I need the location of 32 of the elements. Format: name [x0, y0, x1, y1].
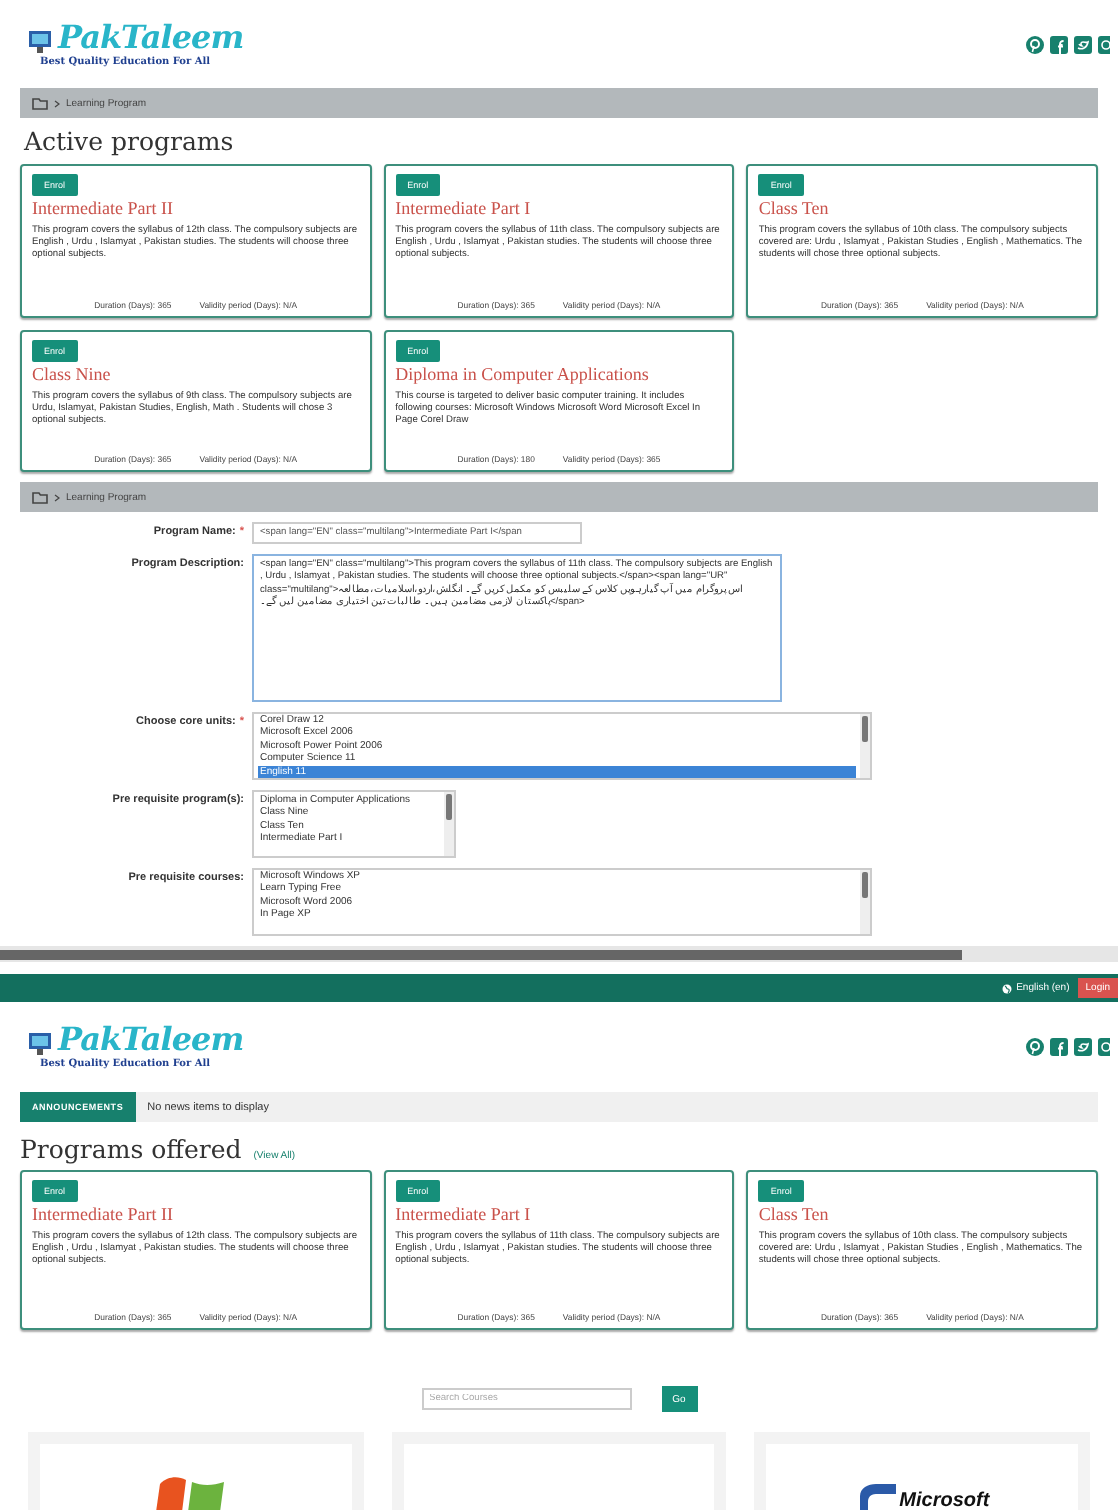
- office-logo-icon: [855, 1484, 896, 1510]
- facebook-icon[interactable]: [1050, 35, 1068, 53]
- logo-text: PakTaleem: [58, 21, 244, 53]
- course-tile[interactable]: [28, 1432, 364, 1510]
- program-title[interactable]: Intermediate Part I: [395, 200, 531, 220]
- facebook-icon[interactable]: [1050, 1037, 1068, 1055]
- chevron-icon: [54, 493, 60, 501]
- scrollbar[interactable]: [860, 870, 870, 934]
- folder-icon[interactable]: [32, 97, 48, 109]
- scrollbar[interactable]: [444, 792, 454, 856]
- program-title[interactable]: Intermediate Part I: [395, 1206, 531, 1226]
- program-title[interactable]: Diploma in Computer Applications: [395, 366, 649, 386]
- course-tile[interactable]: Microsoft: [754, 1432, 1090, 1510]
- program-title[interactable]: Class Ten: [758, 200, 829, 220]
- monitor-icon: [28, 1031, 52, 1055]
- program-title[interactable]: Intermediate Part II: [32, 1206, 173, 1226]
- pinterest-icon[interactable]: [1026, 35, 1044, 53]
- pinterest-icon[interactable]: [1026, 1037, 1044, 1055]
- program-title[interactable]: Class Nine: [32, 366, 111, 386]
- program-title[interactable]: Class Ten: [758, 1206, 829, 1226]
- folder-icon[interactable]: [32, 491, 48, 503]
- page-heading: Programs offered: [20, 1134, 242, 1164]
- google-plus-icon[interactable]: [1098, 1037, 1110, 1055]
- scrollbar[interactable]: [0, 946, 1118, 962]
- scrollbar[interactable]: [860, 714, 870, 778]
- monitor-icon: [28, 29, 52, 53]
- logo-text: PakTaleem: [58, 1023, 244, 1055]
- logo-text: Microsoft: [899, 1492, 990, 1510]
- chevron-icon: [54, 99, 60, 107]
- program-title[interactable]: Intermediate Part II: [32, 200, 173, 220]
- google-plus-icon[interactable]: [1098, 35, 1110, 53]
- page-heading: Active programs: [24, 126, 236, 156]
